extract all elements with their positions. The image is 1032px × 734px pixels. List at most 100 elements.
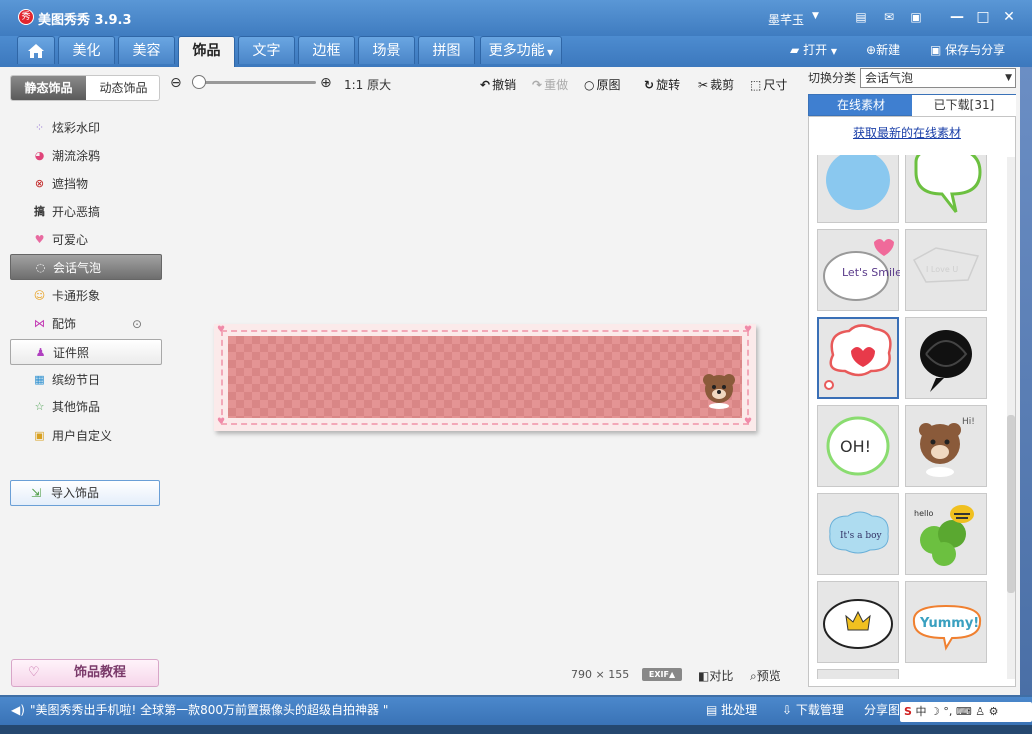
sticker-thumb[interactable]: Let's Smile	[817, 229, 900, 311]
cartoon-face-icon: ☺	[33, 289, 46, 302]
redo-button[interactable]: ↷ 重做	[532, 76, 568, 93]
scissors-icon: ✂	[698, 78, 709, 92]
scrollbar-thumb[interactable]	[1007, 415, 1015, 593]
zoom-in-icon[interactable]: ⊕	[320, 75, 332, 91]
category-select[interactable]: 会话气泡 ▼	[860, 68, 1016, 88]
tab-beautify[interactable]: 美化	[58, 36, 115, 64]
new-button[interactable]: ⊕新建	[866, 40, 900, 60]
sticker-thumb[interactable]	[817, 155, 899, 223]
image-dimensions: 790 × 155	[571, 668, 630, 681]
batch-process-button[interactable]: ▤ 批处理	[706, 697, 757, 723]
undo-button[interactable]: ↶ 撤销	[480, 76, 516, 93]
sticker-thumb[interactable]	[905, 155, 987, 223]
doc-icon[interactable]: ▤	[852, 9, 870, 25]
bow-icon: ⋈	[34, 317, 45, 330]
home-icon	[28, 44, 44, 58]
tab-static-accessories[interactable]: 静态饰品	[11, 76, 86, 100]
image-canvas[interactable]: ♥ ♥ ♥ ♥	[214, 324, 756, 431]
category-speech-bubble[interactable]: ◌ 会话气泡	[10, 254, 162, 280]
resize-icon: ⬚	[750, 78, 762, 92]
zoom-slider-handle[interactable]	[192, 75, 206, 89]
status-bar: ◀) "美图秀秀出手机啦! 全球第一款800万前置摄像头的超级自拍神器 " ▤ …	[0, 697, 1032, 725]
resize-button[interactable]: ⬚ 尺寸	[750, 76, 787, 93]
sticker-thumb[interactable]: I Love U	[905, 229, 987, 311]
svg-text:Let's Smile: Let's Smile	[842, 266, 900, 279]
tab-downloaded[interactable]: 已下载[31]	[912, 95, 1016, 116]
speech-bubble-icon: ◌	[35, 261, 46, 274]
zoom-out-icon[interactable]: ⊖	[170, 75, 182, 91]
tab-text[interactable]: 文字	[238, 36, 295, 64]
user-menu-chevron-icon[interactable]: ▼	[812, 11, 819, 21]
sticker-thumb[interactable]: Hi!	[905, 405, 987, 487]
tab-online-material[interactable]: 在线素材	[809, 95, 913, 116]
tab-frame[interactable]: 边框	[298, 36, 355, 64]
category-cartoon[interactable]: ☺ 卡通形象	[10, 283, 162, 309]
category-cover[interactable]: ⊗ 遮挡物	[10, 171, 162, 197]
user-name[interactable]: 墨芊玉	[768, 11, 804, 28]
svg-text:Hi!: Hi!	[962, 417, 975, 427]
compare-button[interactable]: ◧对比	[698, 667, 733, 684]
fetch-online-material-link[interactable]: 获取最新的在线素材	[809, 124, 1005, 141]
sticker-grid: Let's Smile I Love U OH! Hi! It's a boy	[817, 155, 993, 679]
exif-button[interactable]: EXIF▲	[642, 668, 682, 681]
sticker-thumb[interactable]	[817, 669, 899, 679]
category-funny[interactable]: 搞开心恶搞	[10, 199, 162, 225]
import-accessory-button[interactable]: ⇲ 导入饰品	[10, 480, 160, 506]
tab-dynamic-accessories[interactable]: 动态饰品	[86, 76, 161, 100]
app-title: 美图秀秀 3.9.3	[38, 13, 132, 28]
tab-accessories[interactable]: 饰品	[178, 36, 235, 67]
sticker-thumb[interactable]: Yummy!	[905, 581, 987, 663]
zoom-slider[interactable]	[192, 81, 316, 84]
sticker-thumb[interactable]: It's a boy	[817, 493, 899, 575]
crop-button[interactable]: ✂ 裁剪	[698, 76, 734, 93]
message-icon[interactable]: ✉	[880, 9, 898, 25]
maximize-button[interactable]: □	[972, 8, 994, 26]
close-button[interactable]: ✕	[998, 8, 1020, 26]
original-image-button[interactable]: ○ 原图	[584, 76, 621, 93]
tab-face[interactable]: 美容	[118, 36, 175, 64]
download-manager-button[interactable]: ⇩ 下载管理	[782, 697, 844, 723]
sticker-thumb[interactable]: hello	[905, 493, 987, 575]
tab-more-features[interactable]: 更多功能 ▼	[480, 36, 562, 64]
save-share-button[interactable]: ▣ 保存与分享	[930, 40, 1005, 60]
menu-box-icon[interactable]: ▣	[907, 9, 925, 25]
category-watermark[interactable]: ⁘ 炫彩水印	[10, 115, 162, 141]
bear-sticker-icon[interactable]	[699, 370, 739, 410]
category-festival[interactable]: ▦ 缤纷节日	[10, 367, 162, 393]
original-size-button[interactable]: 1:1 原大	[344, 76, 391, 93]
punct-icon: °,	[943, 705, 953, 718]
category-graffiti[interactable]: ◕ 潮流涂鸦	[10, 143, 162, 169]
svg-text:I Love U: I Love U	[926, 265, 958, 274]
accessory-tutorial-button[interactable]: ♡ 饰品教程	[11, 659, 159, 687]
sticker-thumb[interactable]	[817, 581, 899, 663]
speaker-icon[interactable]: ◀)	[11, 697, 25, 723]
category-id-photo[interactable]: ♟ 证件照	[10, 339, 162, 365]
minimize-button[interactable]: —	[946, 8, 968, 26]
background-strip	[1020, 67, 1032, 695]
workspace: 静态饰品 动态饰品 ⁘ 炫彩水印 ◕ 潮流涂鸦 ⊗ 遮挡物 搞开心恶搞 ♥ 可爱心 ◌ 会…	[0, 67, 1020, 695]
download-icon: ⇩	[782, 703, 793, 717]
sticker-thumb[interactable]: OH!	[817, 405, 899, 487]
tab-scene[interactable]: 场景	[358, 36, 415, 64]
svg-text:Yummy!: Yummy!	[919, 616, 979, 631]
category-other[interactable]: ☆ 其他饰品	[10, 394, 162, 420]
news-ticker[interactable]: "美图秀秀出手机啦! 全球第一款800万前置摄像头的超级自拍神器 "	[30, 697, 388, 723]
rotate-button[interactable]: ↻ 旋转	[644, 76, 680, 93]
ime-mode[interactable]: 中	[915, 705, 926, 718]
category-cute-heart[interactable]: ♥ 可爱心	[10, 227, 162, 253]
os-taskbar	[0, 725, 1032, 734]
category-ornaments[interactable]: ⋈ 配饰 ⊙	[10, 311, 162, 337]
expand-chevron-icon[interactable]: ⊙	[132, 311, 142, 337]
material-tabs: 在线素材 已下载[31]	[808, 94, 1016, 116]
heart-icon: ♥	[34, 233, 45, 246]
preview-button[interactable]: ⌕预览	[750, 667, 781, 684]
material-scrollbar[interactable]	[1007, 157, 1015, 679]
corner-heart-icon: ♥	[217, 325, 226, 335]
open-button[interactable]: ▰ 打开 ▼	[790, 40, 837, 62]
category-user-defined[interactable]: ▣ 用户自定义	[10, 423, 162, 449]
sticker-thumb[interactable]	[905, 317, 987, 399]
tab-collage[interactable]: 拼图	[418, 36, 475, 64]
sticker-thumb-selected[interactable]	[817, 317, 899, 399]
home-tab[interactable]	[17, 36, 55, 64]
app-logo-icon: 秀	[18, 9, 34, 25]
